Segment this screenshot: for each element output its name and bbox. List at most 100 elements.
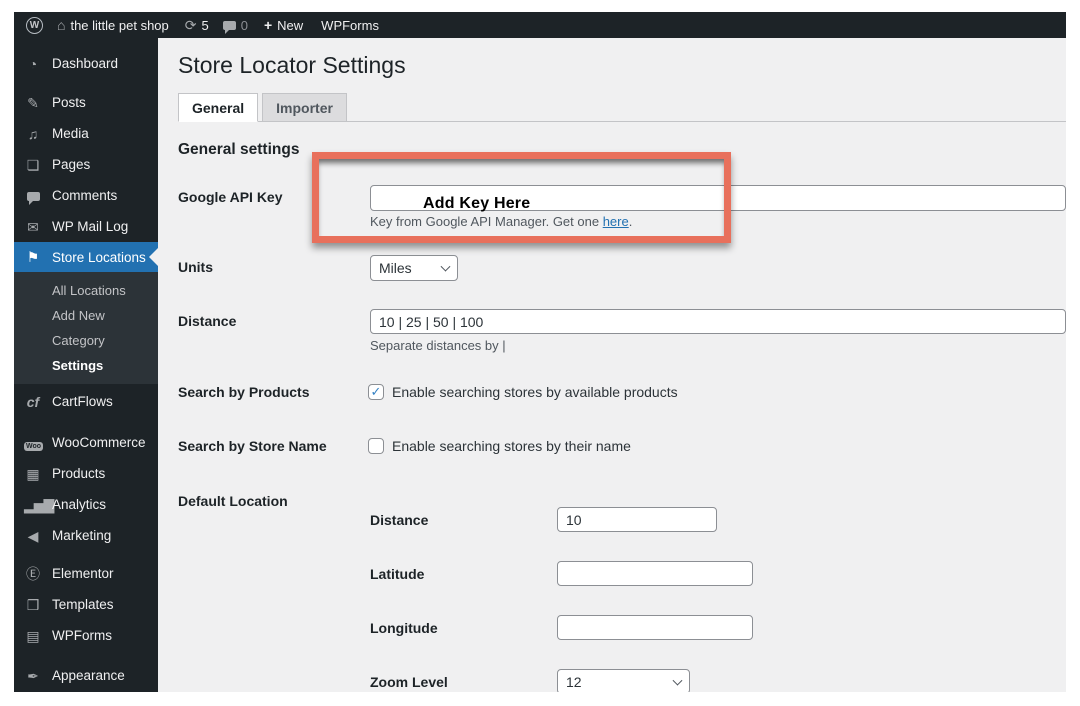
sidebar-item-wp-mail-log[interactable]: ✉ WP Mail Log (14, 211, 158, 242)
page-title: Store Locator Settings (178, 52, 406, 79)
woocommerce-icon: Woo (24, 436, 42, 450)
sidebar-label: Dashboard (52, 56, 118, 71)
analytics-bars-icon: ▂▅▇ (24, 498, 42, 512)
default-distance-input[interactable] (557, 507, 717, 532)
search-by-store-name-label: Search by Store Name (178, 438, 327, 454)
plus-icon: + (264, 18, 272, 32)
form-icon: ▤ (24, 629, 42, 643)
comments-icon (24, 189, 42, 203)
units-select[interactable]: Miles (370, 255, 458, 281)
sidebar-label: Templates (52, 597, 114, 612)
submenu-item-category[interactable]: Category (14, 328, 158, 353)
sidebar-item-posts[interactable]: ✎ Posts (14, 87, 158, 118)
settings-tabs: General Importer (178, 93, 1066, 122)
distance-help: Separate distances by | (370, 338, 506, 353)
dashboard-icon: ◔ (24, 57, 42, 71)
longitude-input[interactable] (557, 615, 753, 640)
section-heading: General settings (178, 141, 299, 159)
search-by-store-name-checkbox-label: Enable searching stores by their name (392, 438, 631, 454)
default-distance-label: Distance (370, 512, 428, 528)
search-by-products-checkbox-label: Enable searching stores by available pro… (392, 384, 678, 400)
sidebar-label: WooCommerce (52, 435, 146, 450)
sidebar-item-store-locations[interactable]: ⚑ Store Locations (14, 242, 158, 272)
wordpress-admin-window: W ⌂ the little pet shop ⟳ 5 0 + New WPFo… (14, 12, 1066, 692)
comments-menu[interactable]: 0 (223, 18, 248, 33)
site-name-menu[interactable]: ⌂ the little pet shop (57, 18, 169, 33)
sidebar-label: Store Locations (52, 250, 146, 265)
distance-input[interactable] (370, 309, 1066, 334)
sidebar-item-cartflows[interactable]: cf CartFlows (14, 386, 158, 417)
submenu-item-all-locations[interactable]: All Locations (14, 278, 158, 303)
sidebar-label: Posts (52, 95, 86, 110)
sidebar-item-marketing[interactable]: ◀ Marketing (14, 520, 158, 551)
sidebar-item-pages[interactable]: ❏ Pages (14, 149, 158, 180)
comment-count: 0 (241, 18, 248, 33)
sidebar-item-products[interactable]: ▦ Products (14, 458, 158, 489)
elementor-icon: Ⓔ (24, 567, 42, 581)
submenu-item-add-new[interactable]: Add New (14, 303, 158, 328)
zoom-level-label: Zoom Level (370, 674, 448, 690)
envelope-icon: ✉ (24, 220, 42, 234)
pages-icon: ❏ (24, 158, 42, 172)
help-text: Key from Google API Manager. Get one (370, 214, 603, 229)
cartflows-icon: cf (24, 395, 42, 409)
sidebar-label: Pages (52, 157, 90, 172)
search-by-store-name-checkbox[interactable] (368, 438, 384, 454)
latitude-label: Latitude (370, 566, 424, 582)
sidebar-item-appearance[interactable]: ✒ Appearance (14, 660, 158, 691)
wpforms-adminbar-menu[interactable]: WPForms (321, 18, 379, 33)
sidebar-label: WPForms (52, 628, 112, 643)
update-count: 5 (202, 18, 209, 33)
sidebar-label: CartFlows (52, 394, 113, 409)
sidebar-label: Products (52, 466, 105, 481)
help-text: . (629, 214, 633, 229)
new-label: New (277, 18, 303, 33)
comment-bubble-icon (223, 21, 236, 30)
sidebar-item-templates[interactable]: ❒ Templates (14, 589, 158, 620)
home-icon: ⌂ (57, 18, 65, 32)
zoom-level-select-wrap: 12 (557, 669, 690, 692)
updates-icon: ⟳ (185, 18, 197, 32)
media-icon: ♫ (24, 127, 42, 141)
sidebar-item-dashboard[interactable]: ◔ Dashboard (14, 48, 158, 79)
google-api-key-help: Key from Google API Manager. Get one her… (370, 214, 632, 229)
search-by-products-checkbox[interactable] (368, 384, 384, 400)
distance-label: Distance (178, 313, 236, 329)
longitude-label: Longitude (370, 620, 438, 636)
sidebar-item-analytics[interactable]: ▂▅▇ Analytics (14, 489, 158, 520)
google-api-key-input[interactable] (370, 185, 1066, 211)
folder-icon: ❒ (24, 598, 42, 612)
units-label: Units (178, 259, 213, 275)
zoom-level-select[interactable]: 12 (557, 669, 690, 692)
new-content-menu[interactable]: + New (264, 18, 303, 33)
pushpin-icon: ✎ (24, 96, 42, 110)
megaphone-icon: ◀ (24, 529, 42, 543)
search-by-products-label: Search by Products (178, 384, 310, 400)
settings-page: Store Locator Settings General Importer … (158, 38, 1066, 692)
sidebar-item-comments[interactable]: Comments (14, 180, 158, 211)
sidebar-label: Marketing (52, 528, 111, 543)
wordpress-logo-icon[interactable]: W (26, 17, 43, 34)
map-flag-icon: ⚑ (24, 250, 42, 264)
sidebar-item-media[interactable]: ♫ Media (14, 118, 158, 149)
get-key-here-link[interactable]: here (603, 214, 629, 229)
default-location-label: Default Location (178, 493, 288, 509)
tab-general[interactable]: General (178, 93, 258, 122)
tab-importer[interactable]: Importer (262, 93, 347, 122)
sidebar-label: Appearance (52, 668, 125, 683)
updates-menu[interactable]: ⟳ 5 (185, 18, 209, 33)
sidebar-item-wpforms[interactable]: ▤ WPForms (14, 620, 158, 651)
submenu-item-settings[interactable]: Settings (14, 353, 158, 378)
admin-bar: W ⌂ the little pet shop ⟳ 5 0 + New WPFo… (14, 12, 1066, 38)
brush-icon: ✒ (24, 669, 42, 683)
latitude-input[interactable] (557, 561, 753, 586)
units-select-wrap: Miles (370, 255, 458, 281)
sidebar-item-elementor[interactable]: Ⓔ Elementor (14, 558, 158, 589)
store-locations-submenu: All Locations Add New Category Settings (14, 272, 158, 384)
admin-sidebar: ◔ Dashboard ✎ Posts ♫ Media ❏ Pages Comm… (14, 38, 158, 692)
site-name: the little pet shop (70, 18, 168, 33)
sidebar-item-woocommerce[interactable]: Woo WooCommerce (14, 427, 158, 458)
wpforms-adminbar-label: WPForms (321, 18, 379, 33)
google-api-key-label: Google API Key (178, 189, 283, 205)
sidebar-label: WP Mail Log (52, 219, 128, 234)
